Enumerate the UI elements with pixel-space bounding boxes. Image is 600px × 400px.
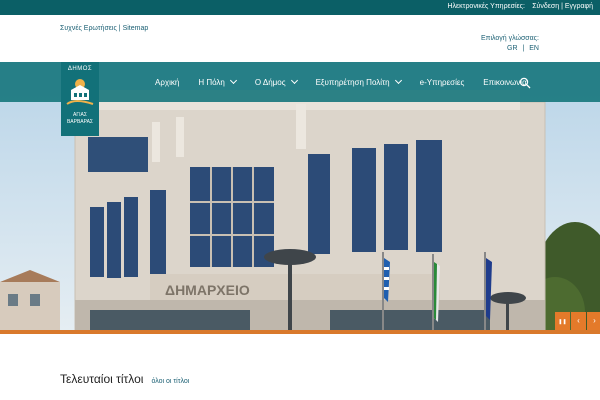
language-selector: Επιλογή γλώσσας: GR | EN — [481, 34, 539, 54]
language-prompt: Επιλογή γλώσσας: — [480, 35, 539, 42]
slider-controls: ❚❚ ‹ › — [554, 312, 600, 330]
logo-emblem-icon — [65, 76, 95, 110]
nav-item-label: e-Υπηρεσίες — [419, 77, 465, 87]
town-hall-sign: ΔΗΜΑΡΧΕΙΟ — [165, 282, 250, 298]
logo-bottom-line2: ΒΑΡΒΑΡΑΣ — [66, 119, 94, 125]
language-separator: | — [522, 45, 525, 52]
search-button[interactable] — [519, 76, 531, 89]
nav-item-municipality[interactable]: Ο Δήμος — [254, 75, 298, 89]
chevron-right-icon: › — [593, 316, 596, 325]
hero-accent-stripe — [0, 330, 600, 334]
language-choices: GR | EN — [481, 44, 539, 54]
nav-item-e-services[interactable]: e-Υπηρεσίες — [420, 75, 465, 89]
nav-item-label: Αρχική — [155, 77, 180, 87]
nav-item-citizen-services[interactable]: Εξυπηρέτηση Πολίτη — [315, 75, 402, 89]
slider-pause-button[interactable]: ❚❚ — [555, 312, 570, 330]
auth-links: Σύνδεση | Εγγραφή — [532, 3, 593, 10]
chevron-left-icon: ‹ — [577, 316, 580, 325]
logo-top-text: ΔΗΜΟΣ — [67, 66, 93, 72]
chevron-down-icon — [229, 76, 237, 85]
logo-bottom-text: ΑΓΙΑΣ ΒΑΡΒΑΡΑΣ — [61, 112, 99, 126]
sitemap-link[interactable]: Sitemap — [123, 25, 149, 32]
sub-header: Συχνές Ερωτήσεις | Sitemap Επιλογή γλώσσ… — [0, 15, 600, 62]
e-services-label: Ηλεκτρονικές Υπηρεσίες: — [447, 3, 526, 10]
all-titles-link[interactable]: όλοι οι τίτλοι — [151, 378, 189, 385]
auth-separator: | — [561, 3, 563, 10]
municipality-logo[interactable]: ΔΗΜΟΣ ΑΓΙΑΣ ΒΑΡΒΑΡΑΣ — [61, 62, 99, 136]
nav-item-home[interactable]: Αρχική — [155, 75, 179, 89]
utility-separator: | — [118, 25, 121, 32]
search-icon — [519, 77, 531, 89]
language-gr[interactable]: GR — [507, 45, 518, 52]
latest-titles-heading: Τελευταίοι τίτλοι — [60, 372, 144, 386]
faq-link[interactable]: Συχνές Ερωτήσεις — [60, 25, 117, 32]
nav-item-city[interactable]: Η Πόλη — [198, 75, 237, 89]
nav-item-label: Η Πόλη — [198, 77, 225, 87]
register-link[interactable]: Εγγραφή — [565, 3, 593, 10]
nav-item-label: Ο Δήμος — [254, 77, 286, 87]
pause-icon: ❚❚ — [558, 319, 567, 325]
slider-next-button[interactable]: › — [587, 312, 600, 330]
utility-links: Συχνές Ερωτήσεις | Sitemap — [60, 25, 148, 32]
nav-menu: Αρχική Η Πόλη Ο Δήμος Εξυπηρέτηση Πολίτη… — [155, 75, 546, 89]
login-link[interactable]: Σύνδεση — [532, 3, 559, 10]
logo-bottom-line1: ΑΓΙΑΣ — [73, 112, 87, 118]
nav-item-label: Εξυπηρέτηση Πολίτη — [315, 77, 390, 87]
slider-prev-button[interactable]: ‹ — [571, 312, 586, 330]
top-bar: Ηλεκτρονικές Υπηρεσίες: Σύνδεση | Εγγραφ… — [0, 0, 600, 15]
language-en[interactable]: EN — [529, 45, 539, 52]
latest-titles-header: Τελευταίοι τίτλοι όλοι οι τίτλοι — [60, 372, 189, 386]
chevron-down-icon — [290, 76, 298, 85]
chevron-down-icon — [394, 76, 402, 85]
